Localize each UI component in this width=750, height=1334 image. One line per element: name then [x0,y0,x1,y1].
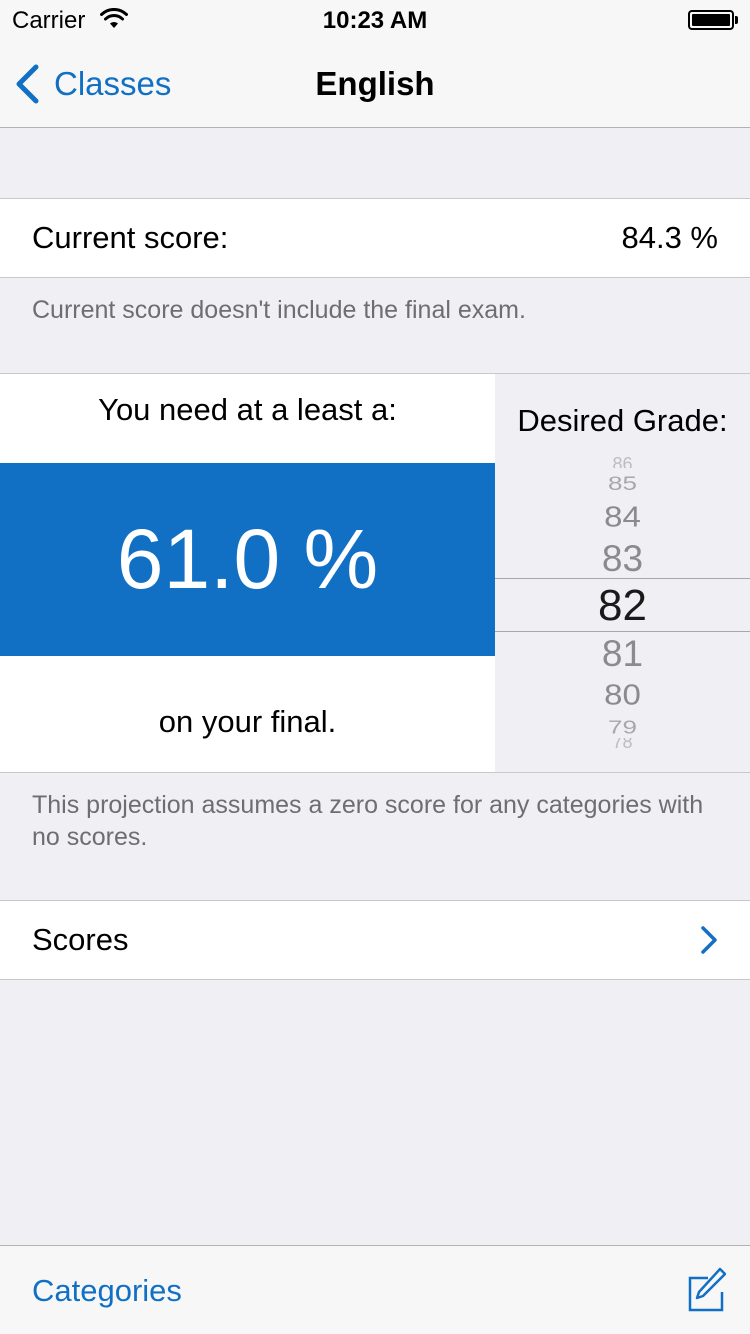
bottom-toolbar: Categories [0,1245,750,1334]
current-score-footnote: Current score doesn't include the final … [32,296,526,324]
picker-item[interactable]: 85 [495,472,750,495]
picker-item[interactable]: 84 [495,500,750,533]
battery-icon [688,10,738,30]
picker-item[interactable]: 81 [495,633,750,675]
current-score-value: 84.3 % [621,220,718,255]
projection-footnote: This projection assumes a zero score for… [32,791,704,851]
picker-item[interactable]: 83 [495,538,750,580]
desired-grade-picker[interactable]: Desired Grade: 86 85 84 83 82 81 80 79 7… [495,374,750,772]
desired-grade-label: Desired Grade: [517,403,728,438]
picker-item[interactable]: 86 [495,456,750,468]
status-bar: Carrier 10:23 AM [0,0,750,40]
final-label: on your final. [158,704,337,739]
compose-icon[interactable] [678,1266,726,1314]
chevron-right-icon [701,926,717,954]
navigation-bar: Classes English [0,40,750,128]
picker-item[interactable]: 78 [495,738,750,748]
page-title: English [315,65,435,102]
current-score-cell: Current score: 84.3 % [0,198,750,278]
picker-item-selected[interactable]: 82 [495,581,750,631]
current-score-label: Current score: [32,220,229,255]
status-time: 10:23 AM [322,7,428,34]
categories-button[interactable]: Categories [32,1273,182,1309]
required-score-box: 61.0 % [0,463,495,656]
scores-label: Scores [32,922,129,957]
scores-cell[interactable]: Scores [0,900,750,980]
picker-item[interactable]: 79 [495,717,750,739]
projection-section: You need at a least a: 61.0 % on your fi… [0,373,750,773]
picker-selection-bottom-line [495,631,750,632]
need-label: You need at a least a: [98,392,397,427]
picker-item[interactable]: 80 [495,678,750,711]
required-score-value: 61.0 % [116,512,379,606]
